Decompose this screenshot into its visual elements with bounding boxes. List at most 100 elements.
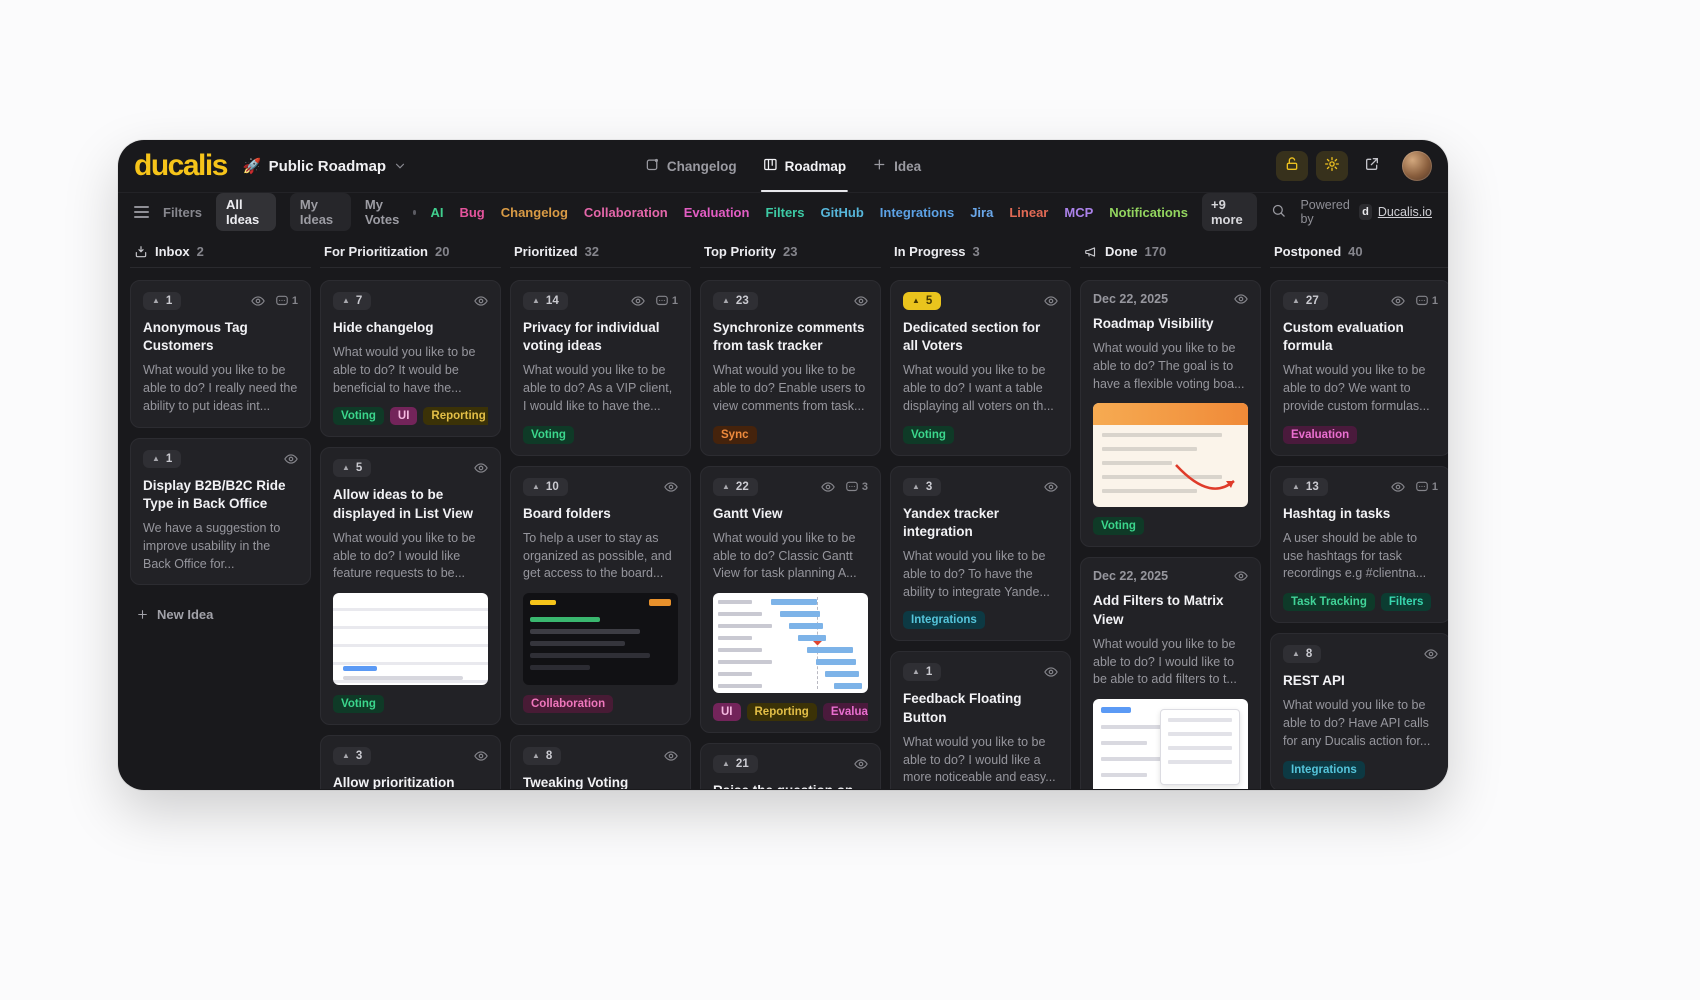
tag-filter-collaboration[interactable]: Collaboration — [584, 205, 668, 220]
tag-voting[interactable]: Voting — [333, 407, 384, 425]
tag-filter-evaluation[interactable]: Evaluation — [684, 205, 750, 220]
watch-button[interactable] — [1044, 480, 1058, 494]
avatar[interactable] — [1402, 151, 1432, 181]
card-thumbnail-dark-board[interactable] — [523, 593, 678, 685]
idea-card[interactable]: ▲8REST APIWhat would you like to be able… — [1270, 633, 1448, 789]
tag-filter-filters[interactable]: Filters — [765, 205, 804, 220]
watch-button[interactable] — [664, 480, 678, 494]
scope-all-ideas[interactable]: All Ideas — [216, 193, 276, 231]
ducalis-link[interactable]: Ducalis.io — [1378, 205, 1432, 219]
idea-card[interactable]: ▲8Tweaking Voting Board's CSS — [510, 735, 691, 789]
idea-card[interactable]: ▲21Raise the question on the Backlog Tas… — [700, 743, 881, 789]
vote-button[interactable]: ▲21 — [713, 755, 758, 773]
watch-button[interactable] — [854, 757, 868, 771]
watch-button[interactable] — [821, 480, 835, 494]
tag-evaluation[interactable]: Evaluation — [1283, 426, 1357, 444]
idea-card[interactable]: ▲23Synchronize comments from task tracke… — [700, 280, 881, 456]
vote-button[interactable]: ▲8 — [523, 747, 561, 765]
tab-changelog[interactable]: Changelog — [645, 140, 737, 192]
scope-my-ideas[interactable]: My Ideas — [290, 193, 351, 231]
watch-button[interactable] — [1391, 480, 1405, 494]
idea-card[interactable]: ▲3Allow prioritization habits on non-`fi… — [320, 735, 501, 789]
card-thumbnail-gantt[interactable] — [713, 593, 868, 693]
tag-voting[interactable]: Voting — [1093, 517, 1144, 535]
idea-card[interactable]: ▲5Allow ideas to be displayed in List Vi… — [320, 447, 501, 725]
tag-evaluation[interactable]: Evaluation — [823, 703, 868, 721]
vote-button[interactable]: ▲27 — [1283, 292, 1328, 310]
card-thumbnail-matrix[interactable] — [1093, 699, 1248, 789]
watch-button[interactable] — [1044, 665, 1058, 679]
tag-ui[interactable]: UI — [390, 407, 418, 425]
tab-roadmap[interactable]: Roadmap — [763, 140, 847, 192]
watch-button[interactable] — [664, 749, 678, 763]
tag-filter-integrations[interactable]: Integrations — [880, 205, 954, 220]
vote-button[interactable]: ▲1 — [143, 450, 181, 468]
new-idea-button[interactable]: New Idea — [130, 595, 311, 634]
idea-card[interactable]: ▲3Yandex tracker integrationWhat would y… — [890, 466, 1071, 642]
tag-filter-github[interactable]: GitHub — [820, 205, 863, 220]
idea-card[interactable]: ▲1Display B2B/B2C Ride Type in Back Offi… — [130, 438, 311, 586]
vote-button[interactable]: ▲5 — [333, 459, 371, 477]
watch-button[interactable] — [251, 294, 265, 308]
tag-integrations[interactable]: Integrations — [903, 611, 985, 629]
card-thumbnail-list-ui[interactable] — [333, 593, 488, 685]
tag-task-tracking[interactable]: Task Tracking — [1283, 593, 1375, 611]
menu-icon[interactable] — [134, 206, 149, 218]
vote-button[interactable]: ▲7 — [333, 292, 371, 310]
vote-button[interactable]: ▲22 — [713, 478, 758, 496]
tag-filter-ai[interactable]: AI — [430, 205, 443, 220]
tag-filters[interactable]: Filters — [1381, 593, 1432, 611]
tag-filter-bug[interactable]: Bug — [459, 205, 484, 220]
board-title-menu[interactable]: 🚀 Public Roadmap — [243, 157, 407, 175]
idea-card[interactable]: ▲5Dedicated section for all VotersWhat w… — [890, 280, 1071, 456]
idea-card[interactable]: ▲7Hide changelogWhat would you like to b… — [320, 280, 501, 437]
unlock-button[interactable] — [1276, 151, 1308, 181]
vote-button[interactable]: ▲13 — [1283, 478, 1328, 496]
idea-card[interactable]: ▲10Board foldersTo help a user to stay a… — [510, 466, 691, 725]
tag-filter-jira[interactable]: Jira — [970, 205, 993, 220]
watch-button[interactable] — [474, 461, 488, 475]
idea-card[interactable]: Dec 22, 2025Roadmap VisibilityWhat would… — [1080, 280, 1261, 547]
vote-button[interactable]: ▲8 — [1283, 645, 1321, 663]
watch-button[interactable] — [1234, 292, 1248, 306]
tag-filter-notifications[interactable]: Notifications — [1109, 205, 1188, 220]
ducalis-logo[interactable]: ducalis — [134, 151, 227, 181]
comments-badge[interactable]: 3 — [845, 480, 868, 494]
vote-button[interactable]: ▲1 — [143, 292, 181, 310]
vote-button[interactable]: ▲14 — [523, 292, 568, 310]
watch-button[interactable] — [284, 452, 298, 466]
comments-badge[interactable]: 1 — [275, 294, 298, 308]
tag-reporting[interactable]: Reporting — [423, 407, 488, 425]
tag-collaboration[interactable]: Collaboration — [523, 695, 613, 713]
idea-card[interactable]: ▲11Anonymous Tag CustomersWhat would you… — [130, 280, 311, 428]
more-tags-button[interactable]: +9 more — [1202, 193, 1257, 231]
vote-button[interactable]: ▲1 — [903, 663, 941, 681]
vote-button[interactable]: ▲23 — [713, 292, 758, 310]
search-button[interactable] — [1271, 203, 1286, 221]
vote-button[interactable]: ▲10 — [523, 478, 568, 496]
watch-button[interactable] — [1044, 294, 1058, 308]
scope-my-votes[interactable]: My Votes — [365, 197, 417, 227]
card-thumbnail-orange-doc[interactable] — [1093, 403, 1248, 507]
tag-filter-mcp[interactable]: MCP — [1064, 205, 1093, 220]
tag-filter-linear[interactable]: Linear — [1009, 205, 1048, 220]
vote-button[interactable]: ▲3 — [903, 478, 941, 496]
idea-card[interactable]: ▲141Privacy for individual voting ideasW… — [510, 280, 691, 456]
idea-card[interactable]: ▲131Hashtag in tasksA user should be abl… — [1270, 466, 1448, 623]
idea-card[interactable]: Dec 22, 2025Add Filters to Matrix ViewWh… — [1080, 557, 1261, 789]
tag-voting[interactable]: Voting — [523, 426, 574, 444]
vote-button[interactable]: ▲5 — [903, 292, 941, 310]
tag-integrations[interactable]: Integrations — [1283, 761, 1365, 779]
tag-voting[interactable]: Voting — [333, 695, 384, 713]
tag-voting[interactable]: Voting — [903, 426, 954, 444]
tag-reporting[interactable]: Reporting — [747, 703, 817, 721]
watch-button[interactable] — [1234, 569, 1248, 583]
comments-badge[interactable]: 1 — [1415, 294, 1438, 308]
idea-card[interactable]: ▲223Gantt ViewWhat would you like to be … — [700, 466, 881, 733]
tag-filter-changelog[interactable]: Changelog — [501, 205, 568, 220]
vote-button[interactable]: ▲3 — [333, 747, 371, 765]
watch-button[interactable] — [631, 294, 645, 308]
watch-button[interactable] — [474, 749, 488, 763]
tag-ui[interactable]: UI — [713, 703, 741, 721]
watch-button[interactable] — [1424, 647, 1438, 661]
